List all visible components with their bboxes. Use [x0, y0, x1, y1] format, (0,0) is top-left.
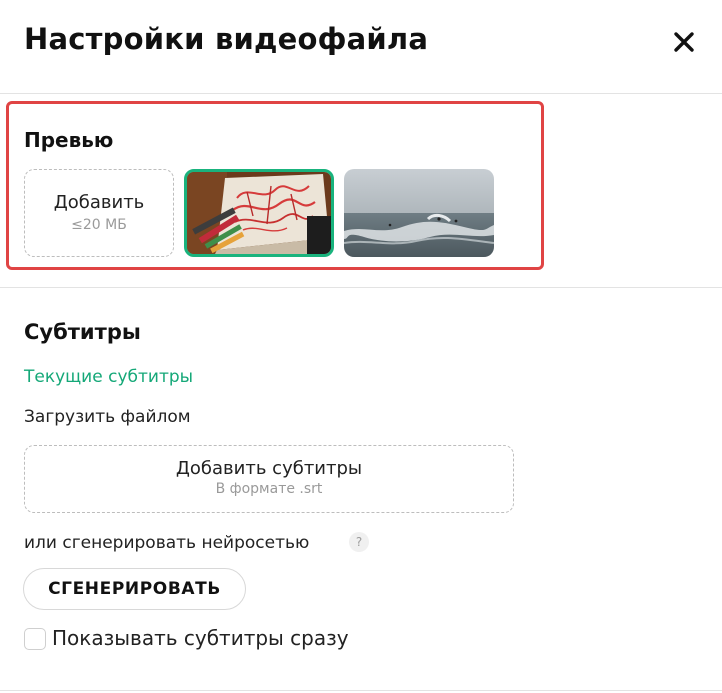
current-subtitles-link[interactable]: Текущие субтитры: [24, 367, 193, 387]
bottom-divider: [0, 690, 722, 691]
sea-surf-image: [344, 169, 494, 257]
generate-label: или сгенерировать нейросетью: [24, 533, 310, 553]
close-button[interactable]: [668, 26, 700, 58]
modal-title: Настройки видеофайла: [24, 22, 429, 56]
preview-title: Превью: [24, 128, 114, 152]
help-icon[interactable]: ?: [349, 532, 369, 552]
add-preview-label: Добавить: [53, 192, 145, 213]
calligraphy-image: [187, 172, 331, 254]
modal-header: Настройки видеофайла: [0, 0, 722, 94]
calligraphy-thumbnail[interactable]: [184, 169, 334, 257]
section-divider: [0, 287, 722, 288]
subtitles-title: Субтитры: [24, 320, 141, 344]
upload-file-label: Загрузить файлом: [24, 407, 191, 427]
add-subtitles-label: Добавить субтитры: [175, 458, 363, 479]
add-preview-button[interactable]: Добавить ≤20 МБ: [24, 169, 174, 257]
subtitles-drop-zone[interactable]: Добавить субтитры В формате .srt: [24, 445, 514, 513]
show-subtitles-label[interactable]: Показывать субтитры сразу: [52, 626, 349, 650]
preview-section: Превью Добавить ≤20 МБ: [6, 101, 544, 270]
add-preview-limit: ≤20 МБ: [71, 217, 127, 233]
srt-format-hint: В формате .srt: [215, 481, 323, 497]
close-icon: [674, 32, 694, 52]
generate-button[interactable]: СГЕНЕРИРОВАТЬ: [23, 568, 246, 610]
show-subtitles-checkbox[interactable]: [24, 628, 46, 650]
sea-surf-thumbnail[interactable]: [344, 169, 494, 257]
